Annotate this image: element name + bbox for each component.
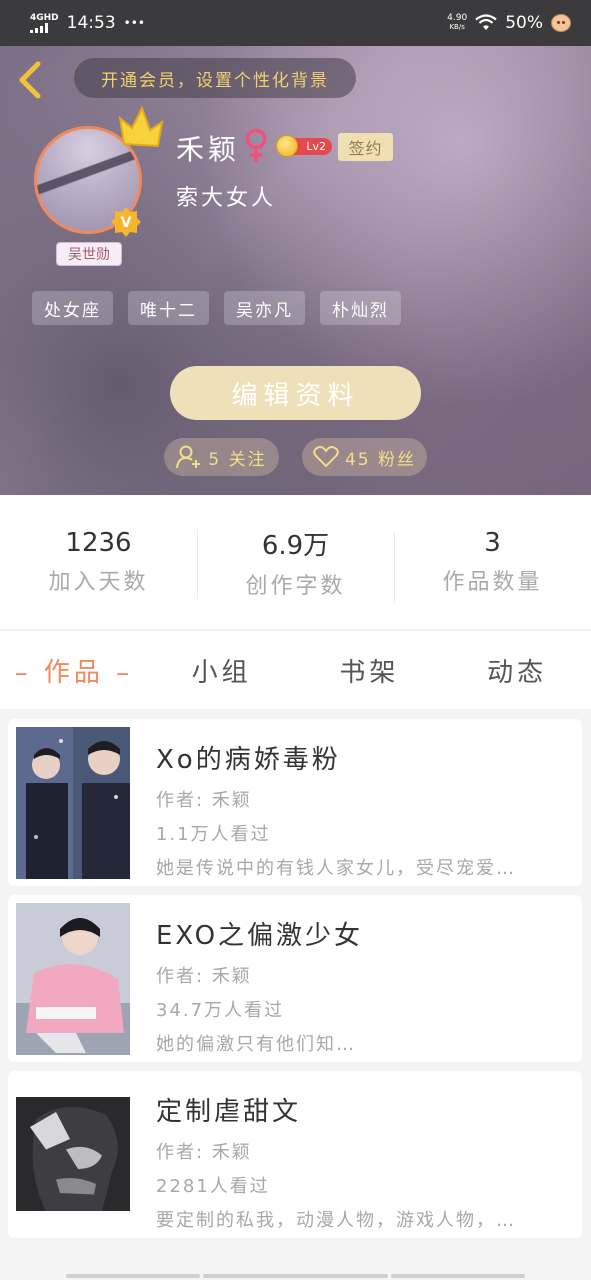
following-count: 5 关注 bbox=[208, 449, 267, 470]
verified-v-icon: V bbox=[111, 207, 141, 237]
tab-groups[interactable]: 小组 bbox=[148, 652, 296, 689]
work-description: 她是传说中的有钱人家女儿，受尽宠爱… bbox=[156, 858, 516, 879]
work-author: 作者: 禾颖 bbox=[156, 790, 252, 811]
vip-background-prompt[interactable]: 开通会员，设置个性化背景 bbox=[74, 58, 356, 98]
stats-row: 1236 加入天数 6.9万 创作字数 3 作品数量 bbox=[0, 495, 591, 630]
clock: 14:53 bbox=[66, 13, 116, 33]
network-speed: 4.90 KB/s bbox=[447, 14, 467, 32]
work-title: Xo的病娇毒粉 bbox=[156, 745, 341, 775]
works-list: Xo的病娇毒粉 作者: 禾颖 1.1万人看过 她是传说中的有钱人家女儿，受尽宠爱… bbox=[8, 719, 582, 1247]
crown-coin-icon bbox=[276, 135, 298, 157]
work-cover-image bbox=[16, 903, 130, 1055]
work-card[interactable]: Xo的病娇毒粉 作者: 禾颖 1.1万人看过 她是传说中的有钱人家女儿，受尽宠爱… bbox=[8, 719, 582, 886]
sign-badge: 签约 bbox=[338, 133, 393, 161]
tab-works[interactable]: 作品 bbox=[0, 652, 148, 689]
svg-text:V: V bbox=[121, 215, 132, 231]
work-views: 34.7万人看过 bbox=[156, 1000, 285, 1021]
wifi-icon bbox=[475, 14, 497, 30]
speed-unit: KB/s bbox=[449, 23, 465, 31]
profile-signature: 索大女人 bbox=[176, 186, 277, 211]
work-author: 作者: 禾颖 bbox=[156, 1142, 252, 1163]
status-right: 4.90 KB/s 50% bbox=[447, 13, 571, 33]
work-card[interactable]: 定制虐甜文 作者: 禾颖 2281人看过 要定制的私我，动漫人物，游戏人物，… bbox=[8, 1071, 582, 1238]
add-user-icon bbox=[176, 445, 201, 469]
tab-activity[interactable]: 动态 bbox=[443, 652, 591, 689]
stat-label: 加入天数 bbox=[48, 570, 149, 595]
work-title: 定制虐甜文 bbox=[156, 1097, 302, 1127]
battery-percent: 50% bbox=[505, 13, 543, 33]
tag-item[interactable]: 朴灿烈 bbox=[320, 291, 401, 325]
stat-label: 创作字数 bbox=[245, 573, 346, 599]
interest-tags: 处女座 唯十二 吴亦凡 朴灿烈 bbox=[32, 291, 401, 325]
work-views: 2281人看过 bbox=[156, 1176, 270, 1197]
female-gender-icon bbox=[245, 128, 267, 162]
work-cover-image bbox=[16, 727, 130, 879]
tag-item[interactable]: 唯十二 bbox=[128, 291, 209, 325]
stat-words: 6.9万 创作字数 bbox=[197, 525, 394, 600]
work-title: EXO之偏激少女 bbox=[156, 921, 364, 951]
work-author: 作者: 禾颖 bbox=[156, 966, 252, 987]
gesture-bar-right bbox=[391, 1274, 525, 1278]
stat-works: 3 作品数量 bbox=[394, 528, 591, 602]
speed-value: 4.90 bbox=[447, 13, 468, 23]
work-description: 要定制的私我，动漫人物，游戏人物，… bbox=[156, 1210, 516, 1231]
following-button[interactable]: 5 关注 bbox=[164, 438, 279, 476]
stat-days: 1236 加入天数 bbox=[0, 528, 197, 596]
gesture-bar-left bbox=[66, 1274, 200, 1278]
back-arrow-icon[interactable] bbox=[16, 60, 46, 100]
tab-bookshelf[interactable]: 书架 bbox=[296, 652, 444, 689]
tag-item[interactable]: 处女座 bbox=[32, 291, 113, 325]
work-card[interactable]: EXO之偏激少女 作者: 禾颖 34.7万人看过 她的偏激只有他们知… bbox=[8, 895, 582, 1062]
stat-value: 3 bbox=[484, 528, 501, 558]
tag-item[interactable]: 吴亦凡 bbox=[224, 291, 305, 325]
stat-label: 作品数量 bbox=[442, 570, 543, 595]
gesture-bar-center bbox=[203, 1274, 388, 1278]
work-cover-image bbox=[16, 1097, 130, 1211]
profile-tabs: 作品 小组 书架 动态 bbox=[0, 631, 591, 709]
stat-value: 6.9万 bbox=[261, 530, 330, 561]
work-views: 1.1万人看过 bbox=[156, 824, 271, 845]
fans-button[interactable]: 45 粉丝 bbox=[302, 438, 427, 476]
network-type: 4GHD bbox=[30, 12, 59, 23]
fans-count: 45 粉丝 bbox=[344, 449, 417, 470]
avatar-name-label: 吴世勋 bbox=[56, 242, 122, 266]
username: 禾颖 bbox=[176, 133, 241, 166]
crown-icon bbox=[118, 105, 164, 148]
profile-header: 开通会员，设置个性化背景 V 吴世勋 禾颖 Lv2 签约 索大女人 处女座 唯十… bbox=[0, 46, 591, 495]
battery-face-icon bbox=[551, 14, 571, 32]
signal-icon: 4GHD bbox=[30, 12, 59, 33]
work-description: 她的偏激只有他们知… bbox=[156, 1034, 356, 1055]
work-info: Xo的病娇毒粉 作者: 禾颖 1.1万人看过 她是传说中的有钱人家女儿，受尽宠爱… bbox=[156, 739, 566, 880]
work-info: 定制虐甜文 作者: 禾颖 2281人看过 要定制的私我，动漫人物，游戏人物，… bbox=[156, 1091, 566, 1232]
edit-profile-button[interactable]: 编辑资料 bbox=[170, 366, 421, 420]
status-bar: 4GHD 14:53 ••• 4.90 KB/s 50% bbox=[0, 0, 591, 46]
heart-icon bbox=[313, 446, 339, 468]
status-left: 4GHD 14:53 ••• bbox=[30, 13, 145, 33]
more-dots: ••• bbox=[123, 16, 145, 30]
work-info: EXO之偏激少女 作者: 禾颖 34.7万人看过 她的偏激只有他们知… bbox=[156, 915, 566, 1056]
stat-value: 1236 bbox=[65, 528, 132, 558]
level-badge: Lv2 bbox=[276, 135, 332, 157]
